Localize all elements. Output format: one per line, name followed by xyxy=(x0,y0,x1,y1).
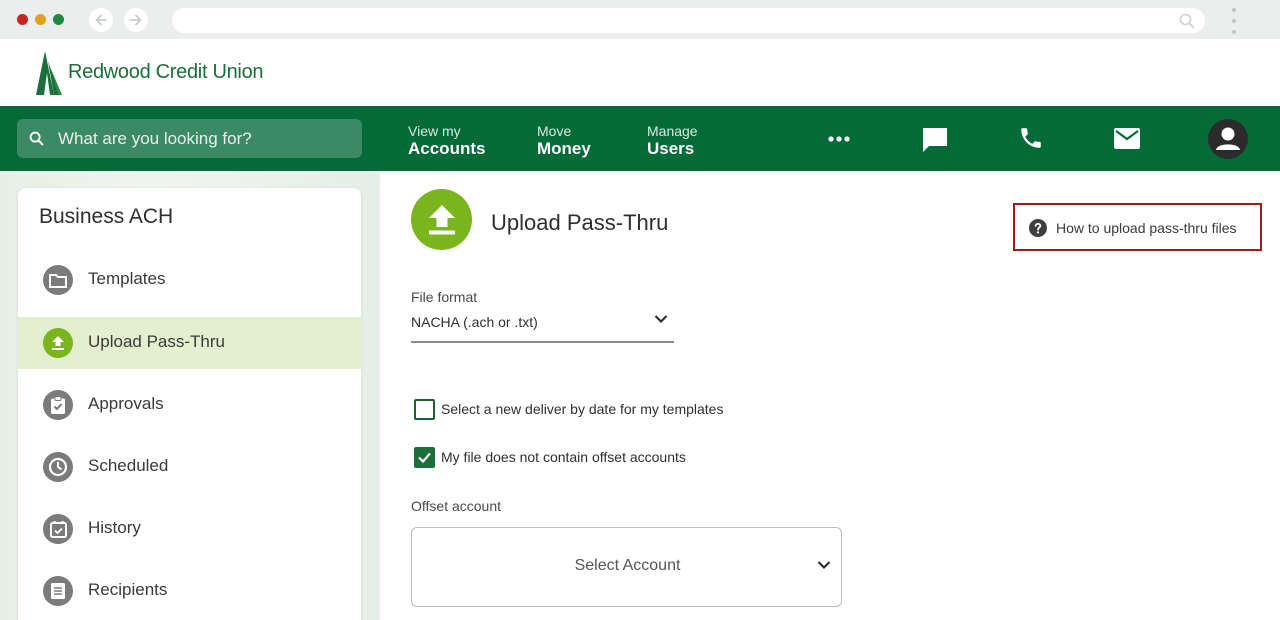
help-link-text: How to upload pass-thru files xyxy=(1056,220,1237,236)
nav-link-title: Money xyxy=(537,139,591,158)
sidebar-item-label: Upload Pass-Thru xyxy=(88,332,226,351)
sidebar-title: Business ACH xyxy=(39,205,174,228)
no-offset-accounts-checkbox[interactable] xyxy=(414,447,435,468)
profile-avatar[interactable] xyxy=(1208,119,1248,159)
clock-icon xyxy=(43,452,73,482)
help-question-icon xyxy=(1029,219,1047,237)
sidebar-item-approvals[interactable]: Approvals xyxy=(18,379,361,431)
forward-button[interactable] xyxy=(124,8,148,32)
business-ach-sidebar: Business ACH Templates Upload Pass-Thru … xyxy=(18,188,361,620)
maximize-window-dot[interactable] xyxy=(53,14,64,25)
deliver-by-date-checkbox[interactable] xyxy=(414,399,435,420)
offset-account-placeholder: Select Account xyxy=(574,557,681,574)
sidebar-item-history[interactable]: History xyxy=(18,503,361,555)
brand-name[interactable]: Redwood Credit Union xyxy=(68,61,264,84)
sidebar-item-label: Recipients xyxy=(88,580,168,599)
sidebar-item-upload-pass-thru[interactable]: Upload Pass-Thru xyxy=(18,317,361,369)
folder-icon xyxy=(43,265,73,295)
clipboard-check-icon xyxy=(43,390,73,420)
sidebar-item-label: Approvals xyxy=(88,394,164,413)
deliver-by-date-label[interactable]: Select a new deliver by date for my temp… xyxy=(441,401,723,417)
main-navigation: What are you looking for? View my Accoun… xyxy=(0,106,1280,171)
search-placeholder: What are you looking for? xyxy=(58,129,252,148)
chat-icon[interactable] xyxy=(921,126,949,153)
sidebar-item-scheduled[interactable]: Scheduled xyxy=(18,441,361,493)
upload-icon xyxy=(43,328,73,358)
sidebar-item-label: Scheduled xyxy=(88,456,169,475)
help-link-upload-pass-thru[interactable]: How to upload pass-thru files xyxy=(1013,203,1262,251)
upload-icon xyxy=(411,189,472,250)
sidebar-item-label: History xyxy=(88,518,141,537)
no-offset-accounts-label[interactable]: My file does not contain offset accounts xyxy=(441,449,686,465)
address-bar[interactable] xyxy=(172,8,1205,33)
nav-link-caption: Manage xyxy=(647,123,698,139)
list-icon xyxy=(43,576,73,606)
sidebar-item-templates[interactable]: Templates xyxy=(18,254,361,306)
more-icon[interactable] xyxy=(828,135,850,143)
sidebar-item-recipients[interactable]: Recipients xyxy=(18,565,361,617)
site-header: Redwood Credit Union xyxy=(0,39,1280,106)
close-window-dot[interactable] xyxy=(17,14,28,25)
calendar-check-icon xyxy=(43,514,73,544)
nav-link-title: Accounts xyxy=(408,139,486,158)
nav-link-caption: View my xyxy=(408,123,461,139)
offset-account-label: Offset account xyxy=(411,498,502,514)
file-format-select[interactable]: NACHA (.ach or .txt) xyxy=(411,308,674,343)
nav-link-title: Users xyxy=(647,139,695,158)
search-icon xyxy=(1179,13,1195,29)
site-search-input[interactable]: What are you looking for? xyxy=(17,119,362,158)
minimize-window-dot[interactable] xyxy=(35,14,46,25)
chevron-down-icon xyxy=(817,561,831,570)
file-format-label: File format xyxy=(411,289,478,305)
browser-toolbar xyxy=(0,0,1280,39)
offset-account-select[interactable]: Select Account xyxy=(411,527,842,607)
redwood-tree-logo[interactable] xyxy=(34,51,64,96)
chevron-down-icon xyxy=(654,315,668,324)
profile-icon xyxy=(1216,127,1240,150)
back-button[interactable] xyxy=(89,8,113,32)
file-format-value: NACHA (.ach or .txt) xyxy=(411,314,538,330)
sidebar-item-label: Templates xyxy=(88,269,166,288)
phone-icon[interactable] xyxy=(1018,125,1044,151)
nav-link-caption: Move xyxy=(537,123,572,139)
nav-view-accounts[interactable]: View my Accounts xyxy=(408,123,485,159)
page-title: Upload Pass-Thru xyxy=(491,210,669,235)
mail-icon[interactable] xyxy=(1114,128,1140,149)
nav-manage-users[interactable]: Manage Users xyxy=(647,123,698,159)
checkmark-icon xyxy=(418,452,431,464)
search-icon xyxy=(29,131,44,146)
arrow-right-icon xyxy=(130,14,142,26)
nav-move-money[interactable]: Move Money xyxy=(537,123,591,159)
arrow-left-icon xyxy=(95,14,107,26)
browser-menu-icon[interactable] xyxy=(1231,8,1237,34)
